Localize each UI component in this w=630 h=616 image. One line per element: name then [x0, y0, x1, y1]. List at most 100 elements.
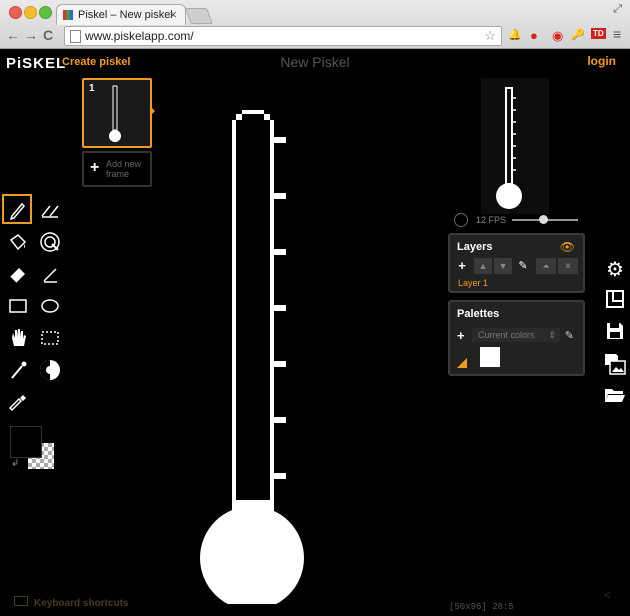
layer-item[interactable]: Layer 1	[458, 278, 488, 288]
fps-slider-handle[interactable]	[539, 215, 548, 224]
add-frame-label: Add new frame	[106, 159, 142, 179]
layers-title: Layers	[457, 241, 493, 253]
palette-select[interactable]: Current colors ⇕	[472, 328, 560, 342]
fps-label: 12 FPS	[476, 215, 507, 225]
resize-button[interactable]	[604, 289, 626, 311]
palette-color-swatch[interactable]	[480, 347, 500, 367]
layers-panel: Layers 👁 + ▲ ▼ ✎ ⏶ ✕ Layer 1	[448, 233, 585, 293]
eraser-icon	[9, 268, 25, 284]
circle-icon	[41, 299, 59, 313]
page-icon	[70, 30, 81, 43]
palette-corner-icon	[457, 358, 467, 368]
minimize-window-button[interactable]	[24, 6, 37, 19]
edit-layer-button[interactable]: ✎	[516, 258, 530, 274]
bell-icon[interactable]: 🔔	[508, 28, 522, 41]
rectangle-select-tool[interactable]	[36, 324, 64, 352]
login-link[interactable]: login	[587, 54, 616, 68]
frame-thumbnail[interactable]: 1	[82, 78, 152, 148]
dropdown-arrow-icon: ⇕	[548, 330, 556, 340]
floppy-icon	[607, 323, 623, 339]
fps-slider[interactable]	[512, 215, 578, 224]
dashed-rect-icon	[41, 331, 59, 345]
primary-color-swatch[interactable]	[10, 426, 42, 458]
frame-number: 1	[89, 83, 95, 94]
edit-palette-icon[interactable]: ✎	[565, 329, 574, 342]
close-window-button[interactable]	[9, 6, 22, 19]
stroke-tool[interactable]	[36, 260, 64, 288]
eraser-tool[interactable]	[4, 260, 32, 288]
forward-button[interactable]: →	[24, 27, 38, 43]
onion-skin-icon[interactable]	[454, 213, 468, 227]
gear-icon: ⚙	[606, 259, 624, 281]
back-button[interactable]: ←	[6, 27, 20, 43]
eyedropper-icon	[8, 395, 26, 412]
merge-layer-button[interactable]: ⏶	[536, 258, 556, 274]
delete-layer-button[interactable]: ✕	[558, 258, 578, 274]
new-tab-button[interactable]	[185, 8, 213, 24]
save-button[interactable]	[604, 321, 626, 343]
move-layer-down-button[interactable]: ▼	[494, 258, 512, 274]
add-palette-button[interactable]: +	[457, 328, 465, 343]
browser-tab[interactable]: Piskel – New piskel ×	[56, 4, 186, 25]
resize-icon	[606, 290, 624, 308]
collapse-panel-icon[interactable]: <	[604, 588, 611, 602]
palette-select-value: Current colors	[478, 330, 535, 340]
keyboard-shortcuts-link[interactable]: Keyboard shortcuts	[14, 596, 128, 609]
animation-preview	[481, 78, 549, 214]
opera-extension-icon[interactable]: ◉	[552, 28, 563, 44]
menu-icon[interactable]: ≡	[613, 26, 621, 42]
extension-badge-icon[interactable]: TD	[591, 28, 606, 39]
import-button[interactable]	[604, 386, 626, 408]
move-layer-up-button[interactable]: ▲	[474, 258, 492, 274]
rectangle-icon	[9, 299, 27, 313]
keyboard-icon	[14, 596, 28, 606]
swap-colors-icon[interactable]: ↲	[11, 458, 19, 469]
stop-extension-icon[interactable]: ●	[530, 28, 538, 43]
image-export-icon	[605, 354, 626, 375]
rectangle-tool[interactable]	[4, 292, 32, 320]
piskel-title: New Piskel	[280, 54, 350, 70]
key-icon[interactable]: 🔑	[571, 28, 585, 41]
hand-icon	[12, 329, 26, 346]
piskel-favicon-icon	[63, 10, 73, 20]
paint-bucket-tool[interactable]	[4, 228, 32, 256]
palettes-title: Palettes	[457, 308, 500, 320]
folder-icon	[605, 389, 625, 402]
add-layer-button[interactable]: +	[456, 258, 468, 274]
tab-title: Piskel – New piskel	[78, 9, 173, 21]
close-tab-icon[interactable]: ×	[169, 7, 177, 22]
stroke-icon	[43, 268, 57, 283]
pencil-icon	[9, 202, 26, 221]
cursor-coordinates: [50x96] 28:5	[449, 602, 514, 612]
settings-button[interactable]: ⚙	[604, 257, 626, 281]
frame-thumbnail-image	[109, 85, 121, 142]
selected-frame-arrow	[150, 106, 155, 116]
move-tool[interactable]	[4, 324, 32, 352]
reload-button[interactable]: C	[43, 27, 53, 43]
drawing-canvas[interactable]	[196, 110, 310, 604]
lighten-tool[interactable]	[36, 356, 64, 384]
bookmark-star-icon[interactable]: ☆	[484, 28, 496, 44]
fullscreen-icon[interactable]: ⤢	[613, 3, 622, 16]
circle-tool[interactable]	[36, 292, 64, 320]
magic-wand-icon	[11, 361, 27, 379]
color-picker-tool[interactable]	[4, 388, 32, 416]
palettes-panel: Palettes + Current colors ⇕ ✎	[448, 300, 585, 376]
add-frame-plus-icon: +	[90, 159, 100, 176]
url-text[interactable]: www.piskelapp.com/	[85, 29, 194, 43]
add-new-frame-button[interactable]: + Add new frame	[82, 151, 152, 187]
bucket-icon	[9, 234, 27, 251]
same-color-icon	[40, 232, 60, 252]
lighten-icon	[40, 360, 60, 380]
eye-icon[interactable]: 👁	[560, 240, 575, 254]
keyboard-shortcuts-label: Keyboard shortcuts	[34, 598, 129, 609]
preview-image	[496, 87, 522, 209]
shape-select-tool[interactable]	[4, 356, 32, 384]
zoom-window-button[interactable]	[39, 6, 52, 19]
vertical-mirror-pen-tool[interactable]	[36, 196, 64, 224]
mirror-pen-icon	[41, 205, 59, 218]
address-bar[interactable]: www.piskelapp.com/ ☆	[64, 26, 502, 46]
export-button[interactable]	[604, 353, 626, 375]
paint-same-color-tool[interactable]	[36, 228, 64, 256]
pen-tool[interactable]	[2, 194, 32, 224]
